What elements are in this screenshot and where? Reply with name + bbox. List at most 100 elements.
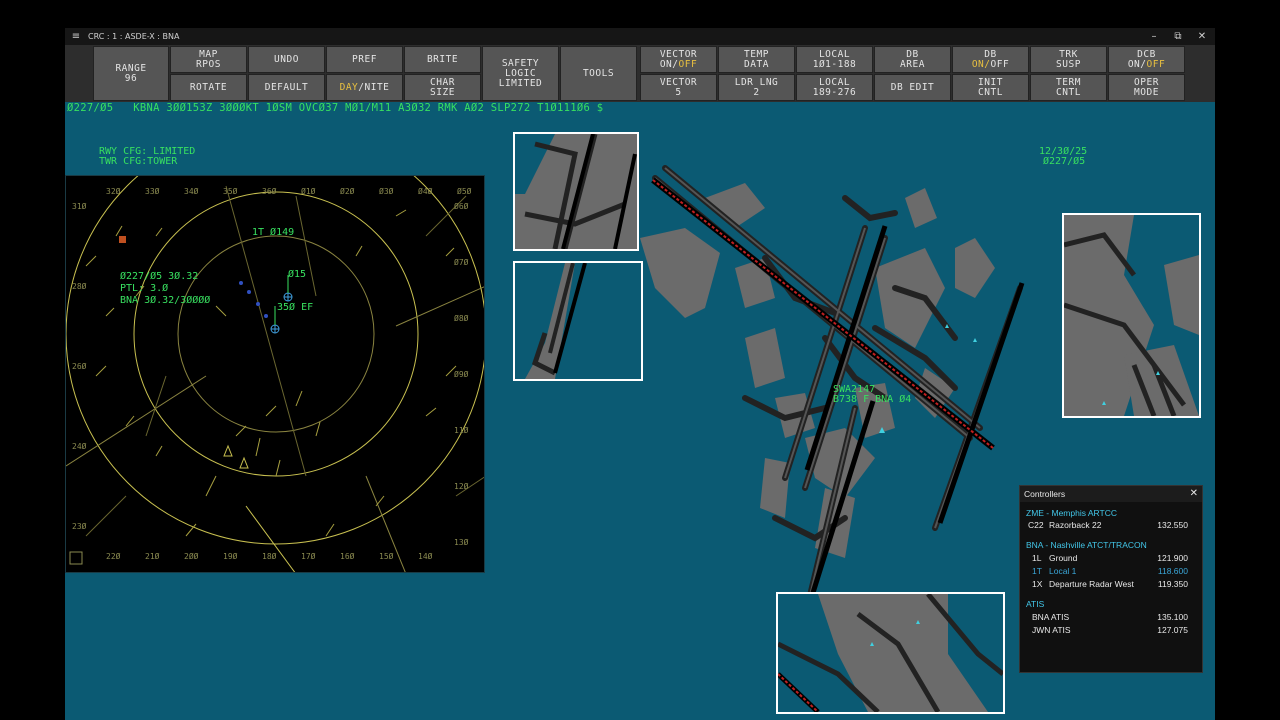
safety-logic-line3: LIMITED <box>498 77 543 89</box>
controllers-panel[interactable]: Controllers ✕ ZME - Memphis ARTCC C22 Ra… <box>1019 485 1203 673</box>
inset-view-2[interactable] <box>513 261 643 381</box>
bna-group-label: BNA - Nashville ATCT/TRACON <box>1026 540 1147 550</box>
db-edit-button[interactable]: DB EDIT <box>874 74 951 101</box>
radar-tick-top: Ø4Ø <box>418 186 433 196</box>
atis-row[interactable]: JWN ATIS 127.075 <box>1020 624 1200 637</box>
radar-tick-right: 11Ø <box>454 425 469 435</box>
ldr-lng-button[interactable]: LDR LNG 2 <box>718 74 795 101</box>
range-button[interactable]: RANGE 96 <box>93 46 169 101</box>
radar-tick-bottom: 18Ø <box>262 551 277 561</box>
controllers-title: Controllers <box>1024 489 1066 499</box>
local-189-line1: LOCAL <box>818 76 851 88</box>
radar-tick-top: 35Ø <box>223 186 238 196</box>
db-area-button[interactable]: DB AREA <box>874 46 951 73</box>
hamburger-menu-icon[interactable]: ≡ <box>69 28 83 45</box>
db-on-label: ON/ <box>971 58 991 70</box>
radar-tick-right: 13Ø <box>454 537 469 547</box>
controller-name: Ground <box>1049 553 1078 563</box>
char-size-line2: SIZE <box>430 86 455 98</box>
ldr-lng-value: 2 <box>753 86 760 98</box>
pref-button[interactable]: PREF <box>326 46 403 73</box>
radar-tick-left: 28Ø <box>72 281 87 291</box>
dcb-onoff-button[interactable]: DCB ON/OFF <box>1108 46 1185 73</box>
local-189-line2: 189-276 <box>812 86 857 98</box>
asde-x-window: ≡ CRC : 1 : ASDE-X : BNA – ⧉ ✕ RANGE 96 … <box>65 28 1215 720</box>
init-cntl-line2: CNTL <box>978 86 1003 98</box>
day-nite-button[interactable]: DAY/NITE <box>326 74 403 101</box>
controllers-header[interactable]: Controllers <box>1020 486 1202 502</box>
minimize-button[interactable]: – <box>1142 28 1166 45</box>
tools-label: TOOLS <box>582 67 615 79</box>
init-cntl-button[interactable]: INIT CNTL <box>952 74 1029 101</box>
oper-mode-button[interactable]: OPER MODE <box>1108 74 1185 101</box>
vector-length-button[interactable]: VECTOR 5 <box>640 74 717 101</box>
temp-data-button[interactable]: TEMP DATA <box>718 46 795 73</box>
radar-tick-bottom: 22Ø <box>106 551 121 561</box>
init-cntl-line1: INIT <box>978 76 1003 88</box>
radar-display[interactable]: 32Ø 33Ø 34Ø 35Ø 36Ø Ø1Ø Ø2Ø Ø3Ø Ø4Ø Ø5Ø 22Ø 21Ø 2ØØ 1… <box>65 175 485 573</box>
controller-frequency: 121.900 <box>1157 553 1188 563</box>
temp-data-line1: TEMP <box>744 48 769 60</box>
safety-logic-line2: LOGIC <box>504 67 537 79</box>
trk-susp-button[interactable]: TRK SUSP <box>1030 46 1107 73</box>
local-189-276-button[interactable]: LOCAL 189-276 <box>796 74 873 101</box>
trk-susp-line1: TRK <box>1059 48 1078 60</box>
trk-susp-line2: SUSP <box>1056 58 1081 70</box>
radar-info-line3: BNA 3Ø.32/3ØØØØ <box>120 295 211 306</box>
radar-tag-350[interactable]: 35Ø EF <box>277 303 313 313</box>
controller-row-active[interactable]: 1T Local 1 118.600 <box>1020 565 1200 578</box>
brite-label: BRITE <box>426 53 459 65</box>
tower-config-text: TWR CFG:TOWER <box>99 156 178 167</box>
map-rpos-button[interactable]: MAP RPOS <box>170 46 247 73</box>
radar-tick-top: 34Ø <box>184 186 199 196</box>
radar-tick-bottom: 15Ø <box>379 551 394 561</box>
map-rpos-line2: RPOS <box>196 58 221 70</box>
corner-box <box>69 551 83 565</box>
vector-off-label: OFF <box>678 58 698 70</box>
range-label: RANGE <box>115 62 147 74</box>
local-101-188-button[interactable]: LOCAL 1Ø1-188 <box>796 46 873 73</box>
controller-row[interactable]: 1X Departure Radar West 119.350 <box>1020 578 1200 591</box>
local-101-line1: LOCAL <box>818 48 851 60</box>
tools-button[interactable]: TOOLS <box>560 46 637 101</box>
char-size-button[interactable]: CHAR SIZE <box>404 74 481 101</box>
temp-data-line2: DATA <box>744 58 769 70</box>
day-label: DAY <box>339 81 359 93</box>
aircraft-info[interactable]: B738 F BNA Ø4 <box>833 395 911 405</box>
controllers-close-icon[interactable]: ✕ <box>1190 486 1198 502</box>
inset-view-4[interactable] <box>776 592 1005 714</box>
default-label: DEFAULT <box>264 81 309 93</box>
radar-tick-left: 24Ø <box>72 441 87 451</box>
inset-view-1[interactable] <box>513 132 639 251</box>
radar-tick-top: Ø1Ø <box>301 186 316 196</box>
radar-tick-left: 23Ø <box>72 521 87 531</box>
radar-tag-1t: 1T Ø149 <box>252 227 295 238</box>
inset-view-3[interactable] <box>1062 213 1201 418</box>
vector-onoff-button[interactable]: VECTOR ON/OFF <box>640 46 717 73</box>
atis-row[interactable]: BNA ATIS 135.100 <box>1020 611 1200 624</box>
display-control-bar: RANGE 96 MAP RPOS ROTATE UNDO DEFAULT PR… <box>65 45 1215 102</box>
close-button[interactable]: ✕ <box>1190 28 1214 45</box>
ldr-lng-line1: LDR LNG <box>734 76 779 88</box>
radar-tick-right: Ø7Ø <box>454 257 469 267</box>
brite-button[interactable]: BRITE <box>404 46 481 73</box>
controller-row[interactable]: 1L Ground 121.900 <box>1020 552 1200 565</box>
undo-button[interactable]: UNDO <box>248 46 325 73</box>
controller-row[interactable]: C22 Razorback 22 132.550 <box>1020 519 1200 532</box>
radar-tick-bottom: 2ØØ <box>184 551 199 561</box>
rotate-label: ROTATE <box>189 81 228 93</box>
db-onoff-button[interactable]: DB ON/OFF <box>952 46 1029 73</box>
controller-name: Razorback 22 <box>1049 520 1102 530</box>
db-off-label: OFF <box>990 58 1010 70</box>
metar-line: Ø227/Ø5 KBNA 3ØØ153Z 3ØØØKT 1ØSM OVCØ37 … <box>67 102 604 114</box>
term-cntl-button[interactable]: TERM CNTL <box>1030 74 1107 101</box>
radar-tick-bottom: 14Ø <box>418 551 433 561</box>
controller-position: 1T <box>1032 566 1042 576</box>
radar-tick-top: Ø5Ø <box>457 186 472 196</box>
radar-tick-bottom: 21Ø <box>145 551 160 561</box>
radar-tag-015[interactable]: Ø15 <box>288 270 306 280</box>
default-button[interactable]: DEFAULT <box>248 74 325 101</box>
rotate-button[interactable]: ROTATE <box>170 74 247 101</box>
safety-logic-button[interactable]: SAFETY LOGIC LIMITED <box>482 46 559 101</box>
restore-button[interactable]: ⧉ <box>1166 28 1190 45</box>
